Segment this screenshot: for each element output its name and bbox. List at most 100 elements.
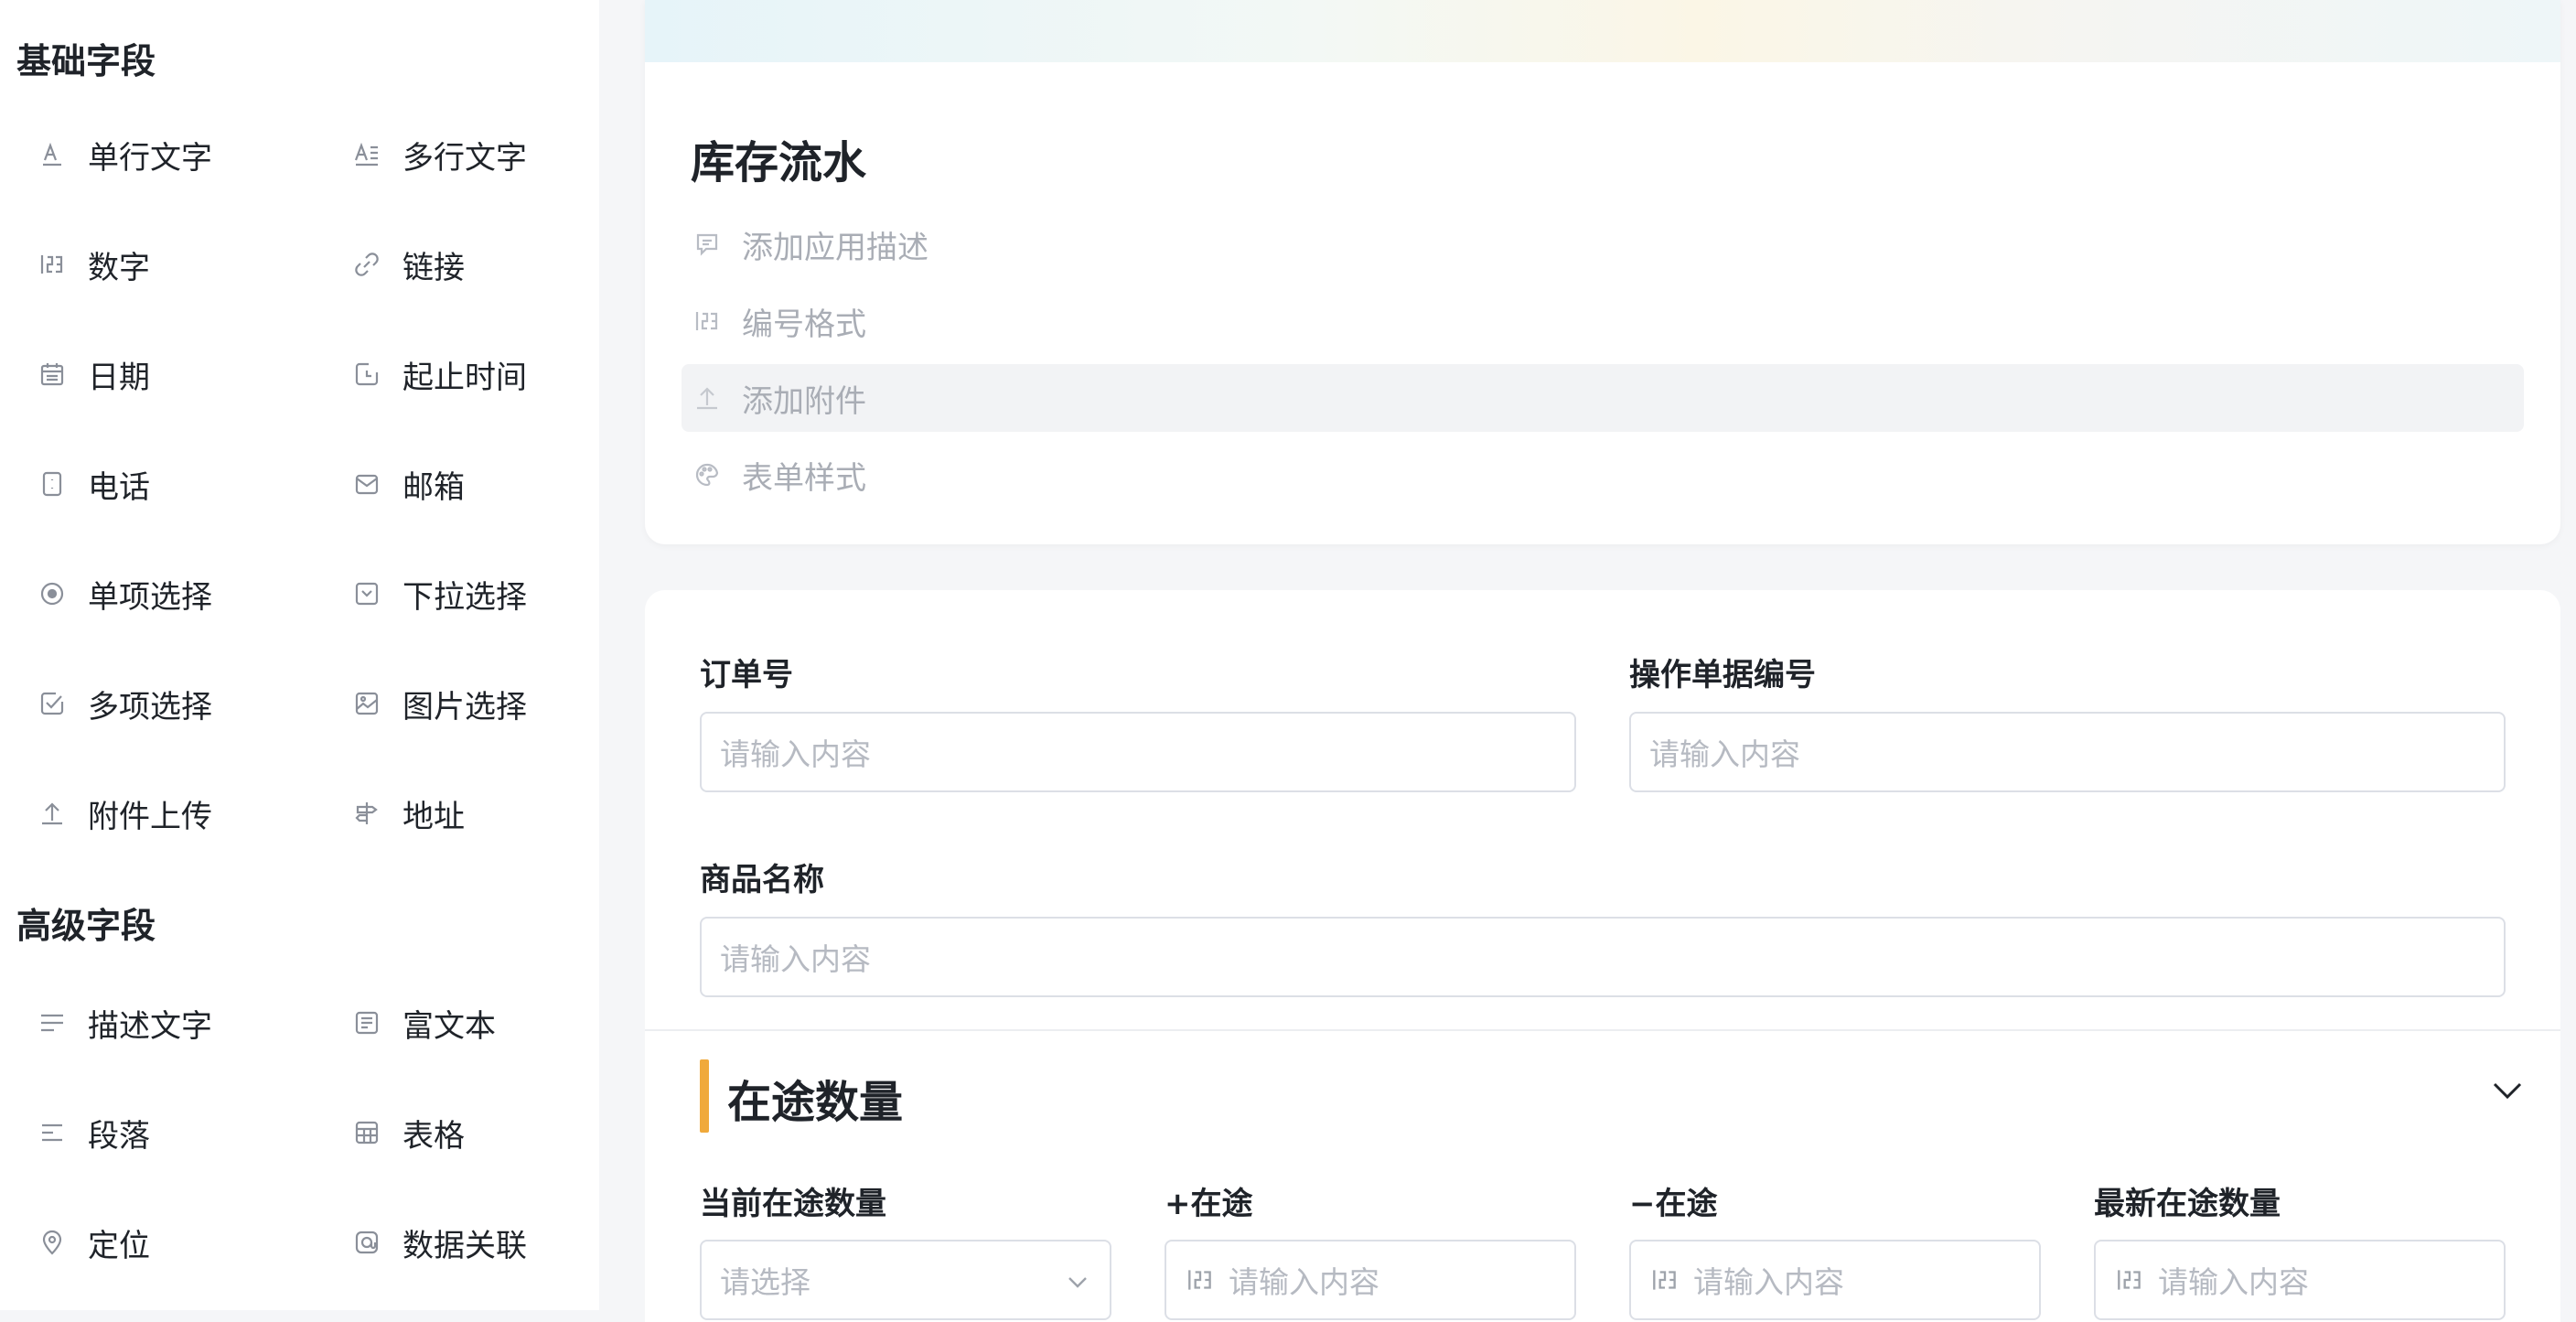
field-description[interactable]: 描述文字 bbox=[0, 991, 293, 1055]
field-address[interactable]: 地址 bbox=[315, 781, 607, 845]
latest-in-transit-input[interactable]: 请输入内容 bbox=[2094, 1240, 2506, 1320]
number-format-icon bbox=[691, 305, 724, 338]
field-label: 表格 bbox=[402, 1117, 465, 1155]
field-multi-line-text[interactable]: 多行文字 bbox=[315, 123, 607, 187]
field-label: 日期 bbox=[88, 359, 150, 396]
placeholder: 请输入内容 bbox=[1649, 736, 1800, 772]
field-label: 多行文字 bbox=[402, 139, 527, 177]
field-checkbox[interactable]: 多项选择 bbox=[0, 672, 293, 736]
field-upload[interactable]: 附件上传 bbox=[0, 781, 293, 845]
calendar-icon bbox=[37, 359, 68, 390]
operation-doc-no-input[interactable]: 请输入内容 bbox=[1629, 712, 2506, 792]
dropdown-icon bbox=[351, 578, 382, 609]
field-mail[interactable]: 邮箱 bbox=[315, 452, 607, 516]
field-label: 起止时间 bbox=[402, 359, 527, 396]
field-link[interactable]: 链接 bbox=[315, 232, 607, 296]
option-label: 添加附件 bbox=[742, 382, 866, 420]
field-image[interactable]: 图片选择 bbox=[315, 672, 607, 736]
comment-icon bbox=[691, 228, 724, 261]
field-label: 单行文字 bbox=[88, 139, 212, 177]
minus-in-transit-input[interactable]: 请输入内容 bbox=[1629, 1240, 2041, 1320]
table-icon bbox=[351, 1117, 382, 1148]
field-label: 电话 bbox=[88, 468, 150, 506]
app-title[interactable]: 库存流水 bbox=[691, 126, 866, 190]
current-in-transit-label: 当前在途数量 bbox=[700, 1186, 886, 1222]
single-line-text-icon bbox=[37, 139, 68, 170]
section-divider bbox=[645, 1029, 2560, 1031]
placeholder: 请选择 bbox=[720, 1264, 810, 1300]
number-icon bbox=[2114, 1264, 2145, 1295]
field-rich-text[interactable]: 富文本 bbox=[315, 991, 607, 1055]
link-icon bbox=[351, 249, 382, 280]
field-label: 描述文字 bbox=[88, 1007, 212, 1045]
advanced-fields-title: 高级字段 bbox=[16, 906, 156, 946]
plus-in-transit-label: +在途 bbox=[1165, 1186, 1253, 1222]
field-palette-sidebar: 基础字段 单行文字 多行文字 数字 链接 日期 起止时间 电话 邮箱 单项选择 bbox=[0, 0, 599, 1310]
option-label: 表单样式 bbox=[742, 459, 866, 497]
operation-doc-no-label: 操作单据编号 bbox=[1629, 657, 1816, 693]
add-description-option[interactable]: 添加应用描述 bbox=[682, 210, 2524, 278]
field-phone[interactable]: 电话 bbox=[0, 452, 293, 516]
placeholder: 请输入内容 bbox=[720, 736, 871, 772]
number-icon bbox=[1649, 1264, 1680, 1295]
current-in-transit-select[interactable]: 请选择 bbox=[700, 1240, 1111, 1320]
field-label: 附件上传 bbox=[88, 798, 212, 835]
form-designer-canvas: 库存流水 添加应用描述 编号格式 添加附件 表单样式 订单号 请输入内容 操作单… bbox=[599, 0, 2576, 1322]
field-label: 数据关联 bbox=[402, 1227, 527, 1264]
order-no-input[interactable]: 请输入内容 bbox=[700, 712, 1576, 792]
number-icon bbox=[37, 249, 68, 280]
field-single-line-text[interactable]: 单行文字 bbox=[0, 123, 293, 187]
field-data-link[interactable]: 数据关联 bbox=[315, 1210, 607, 1274]
option-label: 编号格式 bbox=[742, 306, 866, 343]
field-label: 链接 bbox=[402, 249, 465, 286]
placeholder: 请输入内容 bbox=[1693, 1264, 1844, 1300]
paragraph-icon bbox=[37, 1117, 68, 1148]
field-paragraph[interactable]: 段落 bbox=[0, 1101, 293, 1165]
field-date[interactable]: 日期 bbox=[0, 342, 293, 406]
section-title: 在途数量 bbox=[727, 1077, 904, 1128]
field-table[interactable]: 表格 bbox=[315, 1101, 607, 1165]
field-dropdown[interactable]: 下拉选择 bbox=[315, 562, 607, 626]
option-label: 添加应用描述 bbox=[742, 229, 928, 266]
location-icon bbox=[37, 1227, 68, 1258]
checkbox-icon bbox=[37, 688, 68, 719]
upload-icon bbox=[691, 382, 724, 414]
time-range-icon bbox=[351, 359, 382, 390]
add-attachment-option[interactable]: 添加附件 bbox=[682, 364, 2524, 432]
field-label: 地址 bbox=[402, 798, 465, 835]
number-format-option[interactable]: 编号格式 bbox=[682, 287, 2524, 355]
multi-line-text-icon bbox=[351, 139, 382, 170]
form-style-option[interactable]: 表单样式 bbox=[682, 441, 2524, 509]
product-name-input[interactable]: 请输入内容 bbox=[700, 917, 2506, 997]
field-label: 邮箱 bbox=[402, 468, 465, 506]
placeholder: 请输入内容 bbox=[720, 941, 871, 977]
field-label: 图片选择 bbox=[402, 688, 527, 725]
latest-in-transit-label: 最新在途数量 bbox=[2094, 1186, 2281, 1222]
collapse-section-button[interactable] bbox=[2487, 1070, 2528, 1111]
signpost-icon bbox=[351, 798, 382, 829]
basic-fields-title: 基础字段 bbox=[16, 41, 156, 81]
field-number[interactable]: 数字 bbox=[0, 232, 293, 296]
field-label: 数字 bbox=[88, 249, 150, 286]
section-accent-bar bbox=[700, 1059, 709, 1133]
order-no-label: 订单号 bbox=[700, 657, 793, 693]
field-radio[interactable]: 单项选择 bbox=[0, 562, 293, 626]
field-label: 段落 bbox=[88, 1117, 150, 1155]
field-label: 定位 bbox=[88, 1227, 150, 1264]
placeholder: 请输入内容 bbox=[1229, 1264, 1379, 1300]
field-label: 单项选择 bbox=[88, 578, 212, 616]
plus-in-transit-input[interactable]: 请输入内容 bbox=[1165, 1240, 1576, 1320]
data-link-icon bbox=[351, 1227, 382, 1258]
field-label: 富文本 bbox=[402, 1007, 496, 1045]
chevron-down-icon bbox=[2493, 1082, 2522, 1100]
mail-icon bbox=[351, 468, 382, 500]
rich-text-icon bbox=[351, 1007, 382, 1038]
product-name-label: 商品名称 bbox=[700, 862, 824, 898]
form-card: 订单号 请输入内容 操作单据编号 请输入内容 商品名称 请输入内容 在途数量 当… bbox=[645, 590, 2560, 1322]
field-location[interactable]: 定位 bbox=[0, 1210, 293, 1274]
field-label: 多项选择 bbox=[88, 688, 212, 725]
minus-in-transit-label: −在途 bbox=[1629, 1186, 1718, 1222]
image-icon bbox=[351, 688, 382, 719]
field-time-range[interactable]: 起止时间 bbox=[315, 342, 607, 406]
description-icon bbox=[37, 1007, 68, 1038]
